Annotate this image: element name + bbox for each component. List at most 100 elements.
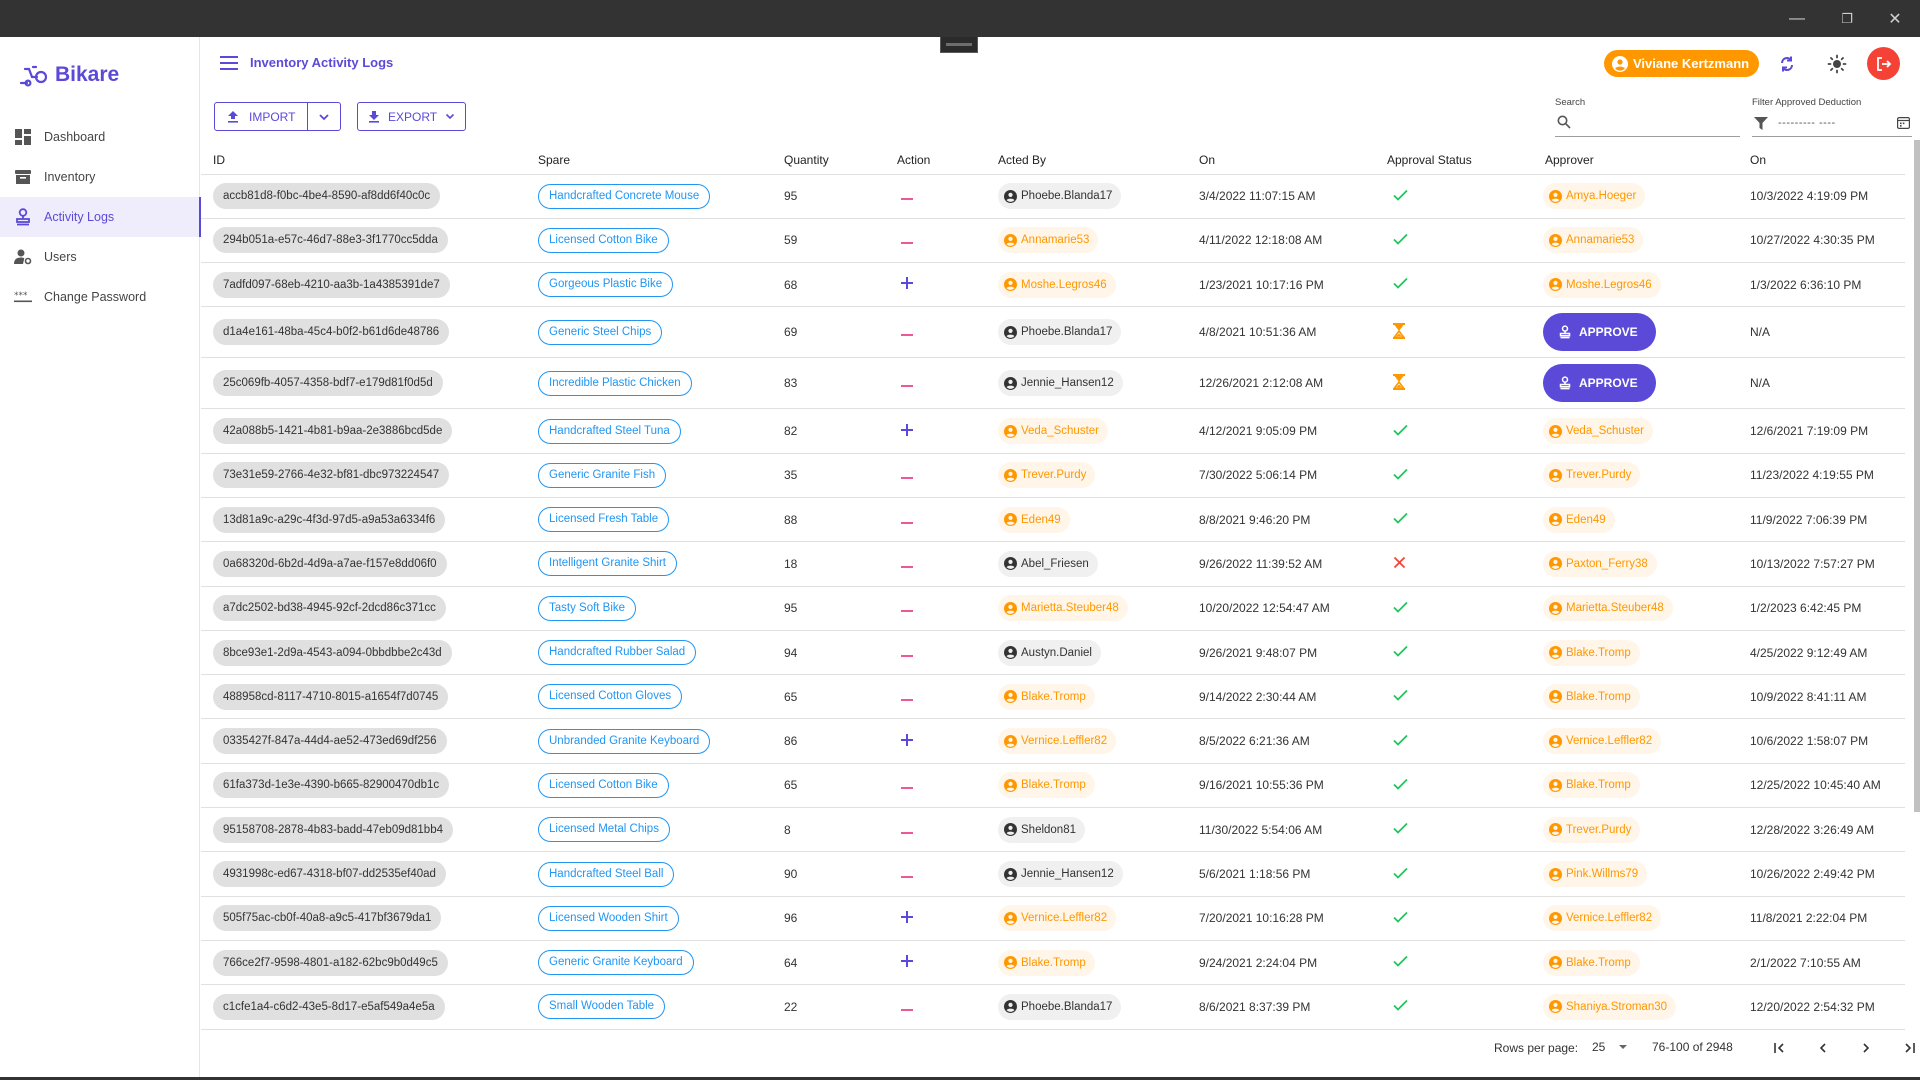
- acted-by-chip[interactable]: Vernice.Leffler82: [998, 905, 1117, 932]
- approver-chip[interactable]: Annamarie53: [1543, 227, 1644, 254]
- spare-chip[interactable]: Licensed Cotton Bike: [538, 227, 669, 253]
- id-chip[interactable]: 95158708-2878-4b83-badd-47eb09d81bb4: [213, 816, 453, 843]
- spare-chip[interactable]: Handcrafted Steel Tuna: [538, 418, 681, 444]
- acted-by-chip[interactable]: Phoebe.Blanda17: [998, 993, 1122, 1020]
- acted-by-chip[interactable]: Vernice.Leffler82: [998, 728, 1117, 755]
- acted-by-chip[interactable]: Veda_Schuster: [998, 418, 1109, 445]
- acted-by-chip[interactable]: Eden49: [998, 506, 1070, 533]
- drag-handle[interactable]: [940, 37, 978, 53]
- approve-button[interactable]: APPROVE: [1543, 313, 1656, 352]
- approver-chip[interactable]: Eden49: [1543, 506, 1615, 533]
- acted-by-chip[interactable]: Phoebe.Blanda17: [998, 319, 1122, 346]
- spare-chip[interactable]: Licensed Cotton Gloves: [538, 684, 683, 710]
- acted-by-chip[interactable]: Blake.Tromp: [998, 683, 1095, 710]
- spare-chip[interactable]: Generic Granite Keyboard: [538, 950, 694, 976]
- table-row[interactable]: 73e31e59-2766-4e32-bf81-dbc973224547 Gene…: [201, 453, 1905, 498]
- acted-by-chip[interactable]: Blake.Tromp: [998, 949, 1095, 976]
- approver-chip[interactable]: Blake.Tromp: [1543, 949, 1640, 976]
- spare-chip[interactable]: Generic Steel Chips: [538, 319, 663, 345]
- column-header-acted-on[interactable]: On: [1187, 147, 1375, 175]
- id-chip[interactable]: 42a088b5-1421-4b81-b9aa-2e3886bcd5de: [213, 418, 453, 445]
- table-row[interactable]: 7adfd097-68eb-4210-aa3b-1a4385391de7 Gorg…: [201, 262, 1905, 308]
- table-row[interactable]: 25c069fb-4057-4358-bdf7-e179d81f0d5d Incr…: [201, 357, 1905, 410]
- approver-chip[interactable]: Trever.Purdy: [1543, 816, 1641, 843]
- approver-chip[interactable]: Blake.Tromp: [1543, 683, 1640, 710]
- import-button[interactable]: IMPORT: [215, 103, 307, 130]
- approver-chip[interactable]: Trever.Purdy: [1543, 462, 1641, 489]
- spare-chip[interactable]: Handcrafted Concrete Mouse: [538, 183, 711, 209]
- approver-chip[interactable]: Pink.Willms79: [1543, 861, 1648, 887]
- spare-chip[interactable]: Handcrafted Steel Ball: [538, 861, 675, 887]
- column-header-spare[interactable]: Spare: [526, 147, 772, 175]
- approver-chip[interactable]: Marietta.Steuber48: [1543, 595, 1673, 622]
- id-chip[interactable]: a7dc2502-bd38-4945-92cf-2dcd86c371cc: [213, 595, 446, 622]
- minimize-button[interactable]: —: [1772, 0, 1822, 37]
- id-chip[interactable]: 61fa373d-1e3e-4390-b665-82900470db1c: [213, 772, 450, 799]
- acted-by-chip[interactable]: Blake.Tromp: [998, 772, 1095, 799]
- id-chip[interactable]: 7adfd097-68eb-4210-aa3b-1a4385391de7: [213, 271, 450, 298]
- sidebar-item-inventory[interactable]: Inventory: [0, 157, 200, 197]
- spare-chip[interactable]: Incredible Plastic Chicken: [538, 370, 692, 396]
- acted-by-chip[interactable]: Jennie_Hansen12: [998, 861, 1123, 887]
- column-header-id[interactable]: ID: [201, 147, 526, 175]
- id-chip[interactable]: 505f75ac-cb0f-40a8-a9c5-417bf3679da1: [213, 905, 442, 932]
- rows-per-page-select[interactable]: 25: [1592, 1040, 1628, 1054]
- id-chip[interactable]: 25c069fb-4057-4358-bdf7-e179d81f0d5d: [213, 370, 443, 397]
- spare-chip[interactable]: Small Wooden Table: [538, 994, 666, 1020]
- id-chip[interactable]: 766ce2f7-9598-4801-a182-62bc9b0d49c5: [213, 949, 448, 976]
- approve-button[interactable]: APPROVE: [1543, 364, 1656, 403]
- approver-chip[interactable]: Veda_Schuster: [1543, 418, 1654, 445]
- approver-chip[interactable]: Blake.Tromp: [1543, 639, 1640, 666]
- export-button[interactable]: EXPORT: [357, 102, 467, 131]
- acted-by-chip[interactable]: Moshe.Legros46: [998, 271, 1116, 298]
- previous-page-button[interactable]: [1811, 1036, 1835, 1060]
- table-row[interactable]: 294b051a-e57c-46d7-88e3-3f1770cc5dda Lice…: [201, 218, 1905, 264]
- table-row[interactable]: 505f75ac-cb0f-40a8-a9c5-417bf3679da1 Lice…: [201, 896, 1905, 941]
- table-row[interactable]: 0a68320d-6b2d-4d9a-a7ae-f157e8dd06f0 Inte…: [201, 541, 1905, 587]
- calendar-icon[interactable]: [1897, 116, 1910, 129]
- refresh-button[interactable]: [1773, 50, 1801, 78]
- id-chip[interactable]: c1cfe1a4-c6d2-43e5-8d17-e5af549a4e5a: [213, 993, 445, 1020]
- first-page-button[interactable]: [1768, 1036, 1792, 1060]
- import-options-button[interactable]: [307, 103, 340, 130]
- sidebar-item-change-password[interactable]: *** Change Password: [0, 277, 200, 317]
- id-chip[interactable]: 488958cd-8117-4710-8015-a1654f7d0745: [213, 683, 449, 710]
- table-row[interactable]: 766ce2f7-9598-4801-a182-62bc9b0d49c5 Gene…: [201, 940, 1905, 986]
- table-row[interactable]: 61fa373d-1e3e-4390-b665-82900470db1c Lice…: [201, 763, 1905, 809]
- approver-chip[interactable]: Vernice.Leffler82: [1543, 728, 1662, 755]
- logout-button[interactable]: [1867, 47, 1900, 80]
- approver-chip[interactable]: Vernice.Leffler82: [1543, 905, 1662, 932]
- table-row[interactable]: accb81d8-f0bc-4be4-8590-af8dd6f40c0c Hand…: [201, 174, 1905, 219]
- column-header-approved-on[interactable]: On: [1738, 147, 1905, 175]
- id-chip[interactable]: 8bce93e1-2d9a-4543-a094-0bbdbbe2c43d: [213, 639, 452, 666]
- acted-by-chip[interactable]: Austyn.Daniel: [998, 639, 1101, 666]
- sidebar-item-dashboard[interactable]: Dashboard: [0, 117, 200, 157]
- table-row[interactable]: 8bce93e1-2d9a-4543-a094-0bbdbbe2c43d Hand…: [201, 630, 1905, 676]
- acted-by-chip[interactable]: Jennie_Hansen12: [998, 370, 1123, 397]
- close-window-button[interactable]: ✕: [1870, 0, 1920, 37]
- sidebar-item-activity-logs[interactable]: Activity Logs: [0, 197, 201, 237]
- column-header-approval-status[interactable]: Approval Status: [1375, 147, 1533, 175]
- next-page-button[interactable]: [1854, 1036, 1878, 1060]
- table-row[interactable]: 488958cd-8117-4710-8015-a1654f7d0745 Lice…: [201, 674, 1905, 720]
- spare-chip[interactable]: Intelligent Granite Shirt: [538, 551, 677, 577]
- sidebar-item-users[interactable]: Users: [0, 237, 200, 277]
- restore-button[interactable]: ❐: [1822, 0, 1872, 37]
- spare-chip[interactable]: Licensed Cotton Bike: [538, 772, 669, 798]
- approver-chip[interactable]: Amya.Hoeger: [1543, 183, 1646, 210]
- search-input[interactable]: [1577, 113, 1735, 133]
- column-header-action[interactable]: Action: [885, 147, 986, 175]
- table-row[interactable]: 13d81a9c-a29c-4f3d-97d5-a9a53a6334f6 Lice…: [201, 497, 1905, 543]
- acted-by-chip[interactable]: Phoebe.Blanda17: [998, 183, 1122, 210]
- spare-chip[interactable]: Licensed Fresh Table: [538, 507, 670, 533]
- table-row[interactable]: 0335427f-847a-44d4-ae52-473ed69df256 Unbr…: [201, 718, 1905, 764]
- column-header-acted-by[interactable]: Acted By: [986, 147, 1187, 175]
- theme-toggle-button[interactable]: [1823, 50, 1851, 78]
- id-chip[interactable]: accb81d8-f0bc-4be4-8590-af8dd6f40c0c: [213, 183, 441, 210]
- column-header-quantity[interactable]: Quantity: [772, 147, 885, 175]
- acted-by-chip[interactable]: Abel_Friesen: [998, 550, 1098, 577]
- approver-chip[interactable]: Moshe.Legros46: [1543, 271, 1661, 298]
- id-chip[interactable]: 0335427f-847a-44d4-ae52-473ed69df256: [213, 728, 447, 755]
- spare-chip[interactable]: Gorgeous Plastic Bike: [538, 272, 674, 298]
- id-chip[interactable]: d1a4e161-48ba-45c4-b0f2-b61d6de48786: [213, 319, 450, 346]
